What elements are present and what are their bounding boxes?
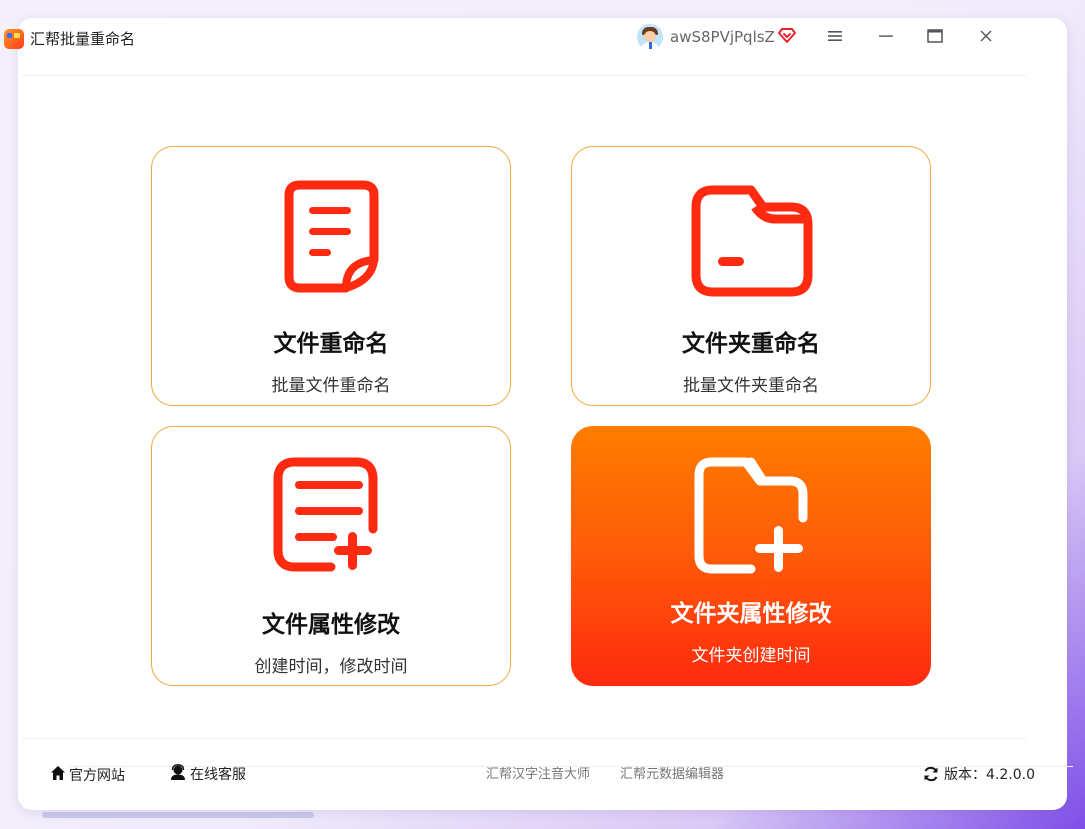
hamburger-menu-icon[interactable] (828, 30, 842, 42)
title-bar (22, 18, 1026, 76)
vip-diamond-icon[interactable] (778, 26, 796, 44)
footer-link-metadata[interactable]: 汇帮元数据编辑器 (620, 766, 724, 784)
app-window (18, 18, 1067, 810)
file-document-icon (284, 180, 379, 293)
folder-add-icon (694, 457, 808, 574)
support-agent-icon[interactable] (170, 764, 186, 780)
close-icon[interactable] (980, 30, 992, 42)
card-title: 文件属性修改 (262, 612, 400, 638)
refresh-icon[interactable] (923, 766, 939, 782)
background-strip (42, 812, 314, 818)
minimize-icon[interactable] (879, 30, 893, 42)
card-subtitle: 文件夹创建时间 (691, 646, 811, 666)
folder-icon (691, 185, 813, 297)
card-title: 文件夹重命名 (682, 331, 820, 357)
username[interactable]: awS8PVjPqlsZ (670, 27, 775, 47)
file-add-icon (273, 457, 378, 572)
card-folder-rename[interactable]: 文件夹重命名 批量文件夹重命名 (571, 146, 931, 406)
card-file-attributes[interactable]: 文件属性修改 创建时间，修改时间 (151, 426, 511, 686)
card-subtitle: 批量文件重命名 (271, 376, 391, 396)
app-title: 汇帮批量重命名 (30, 30, 136, 48)
home-icon[interactable] (50, 765, 66, 781)
card-file-rename[interactable]: 文件重命名 批量文件重命名 (151, 146, 511, 406)
user-avatar[interactable] (637, 24, 663, 50)
card-subtitle: 创建时间，修改时间 (254, 657, 408, 677)
card-title: 文件重命名 (273, 331, 389, 357)
maximize-icon[interactable] (927, 29, 943, 43)
online-support-link[interactable]: 在线客服 (190, 766, 246, 784)
card-subtitle: 批量文件夹重命名 (683, 376, 819, 396)
footer-link-pinyin[interactable]: 汇帮汉字注音大师 (486, 766, 590, 784)
card-folder-attributes[interactable]: 文件夹属性修改 文件夹创建时间 (571, 426, 931, 686)
app-logo-icon (4, 29, 24, 49)
card-title: 文件夹属性修改 (670, 601, 832, 627)
version-label: 版本：4.2.0.0 (944, 767, 1035, 783)
